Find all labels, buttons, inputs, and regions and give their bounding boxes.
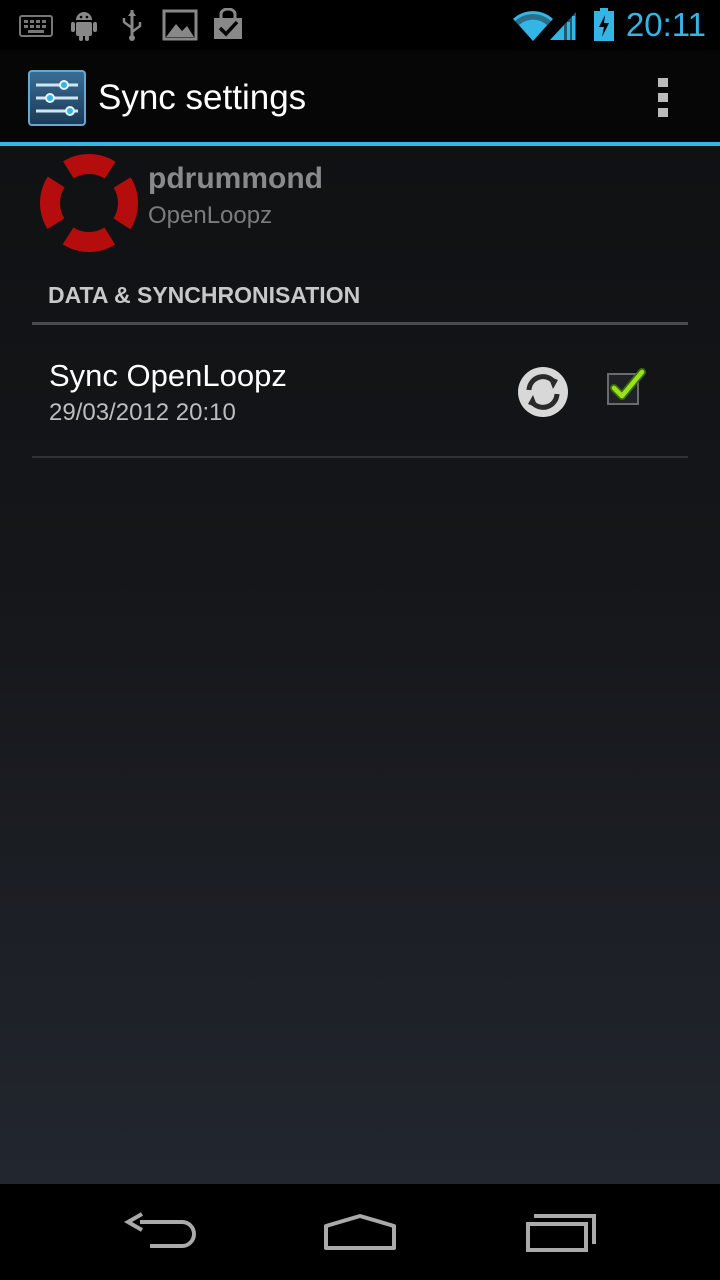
sync-checkbox[interactable]: [604, 366, 650, 412]
sync-item-last-synced: 29/03/2012 20:10: [49, 399, 236, 426]
home-icon[interactable]: [320, 1208, 400, 1256]
sync-item-title: Sync OpenLoopz: [49, 358, 287, 393]
usb-icon: [122, 10, 142, 41]
overflow-menu-icon[interactable]: [650, 76, 678, 120]
row-divider: [32, 456, 688, 458]
status-time: 20:11: [625, 6, 706, 43]
keyboard-icon: [19, 15, 53, 37]
page-title: Sync settings: [98, 78, 307, 117]
sync-settings-content: pdrummond OpenLoopz DATA & SYNCHRONISATI…: [0, 146, 720, 1184]
status-bar: 20:11: [0, 0, 720, 50]
back-icon[interactable]: [120, 1208, 200, 1256]
account-logo-icon: [40, 154, 138, 252]
recent-apps-icon[interactable]: [522, 1208, 602, 1256]
navigation-bar: [0, 1184, 720, 1280]
sync-icon: [518, 367, 568, 417]
section-divider: [32, 322, 688, 325]
signal-icon: [550, 12, 576, 40]
action-bar: Sync settings: [0, 50, 720, 142]
account-name: pdrummond: [148, 162, 323, 195]
market-update-icon: [214, 8, 242, 39]
battery-charging-icon: [594, 8, 614, 41]
image-icon: [162, 9, 198, 41]
account-type: OpenLoopz: [148, 202, 273, 229]
settings-app-icon[interactable]: [28, 70, 86, 126]
section-header: DATA & SYNCHRONISATION: [48, 282, 361, 308]
sync-openloopz-row[interactable]: Sync OpenLoopz 29/03/2012 20:10: [32, 326, 688, 454]
android-debug-icon: [71, 12, 97, 41]
